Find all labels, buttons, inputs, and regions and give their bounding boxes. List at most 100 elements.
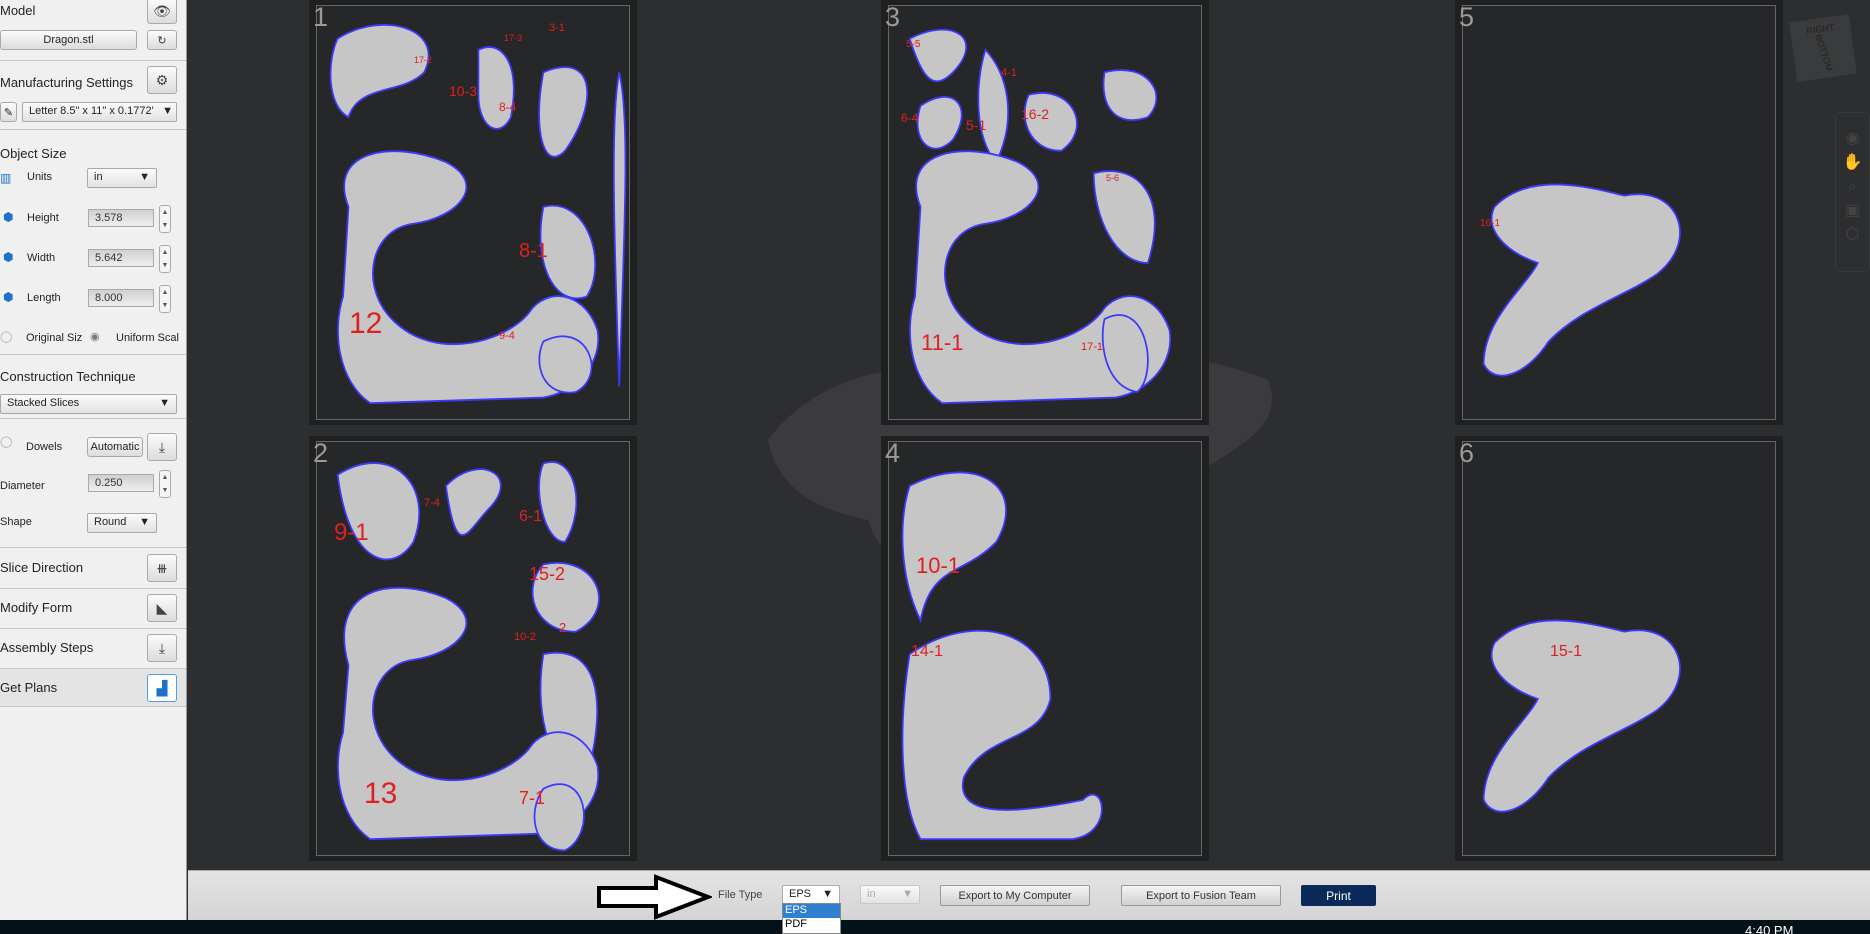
dowels-info-icon[interactable]: ⤓ (147, 433, 177, 461)
step-get-plans[interactable]: Get Plans ▟ (0, 669, 186, 707)
units-select[interactable]: in ▼ (87, 168, 157, 188)
fit-icon[interactable]: ▣ (1836, 199, 1869, 223)
slice-label: 5-5 (906, 38, 921, 50)
slice-label: 9-1 (334, 519, 369, 547)
dowels-toggle[interactable]: ◯ (0, 435, 12, 448)
slice-label: 11-1 (921, 329, 964, 355)
slice-piece[interactable] (916, 96, 963, 150)
slice-piece[interactable] (538, 335, 593, 394)
slice-label: 5-1 (966, 117, 987, 133)
manufacturing-title: Manufacturing Settings (0, 75, 133, 90)
zoom-icon[interactable]: ⌕ (1836, 175, 1869, 199)
gear-icon[interactable]: ⚙ (147, 66, 177, 94)
get-plans-icon[interactable]: ▟ (147, 674, 177, 702)
page-number: 6 (1459, 438, 1475, 468)
slice-piece[interactable] (539, 204, 596, 300)
slice-piece[interactable] (445, 468, 502, 536)
taskbar: 4:40 PM (0, 920, 1870, 934)
model-section: Model 👁 Dragon.stl ↻ (0, 0, 186, 61)
units-label: Units (27, 171, 53, 183)
slice-label: 3-1 (549, 21, 565, 34)
slice-piece[interactable] (538, 461, 578, 543)
export-to-computer-button[interactable]: Export to My Computer (940, 885, 1090, 906)
diameter-stepper[interactable]: ▲ ▼ (159, 470, 171, 498)
length-label: Length (27, 292, 61, 304)
home-view-icon[interactable]: ⬡ (1836, 223, 1869, 247)
plan-page-2[interactable]: 2 9-1 7-4 6-1 15-2 10-2 13 7-1 2 (309, 436, 637, 861)
units-export-select[interactable]: in ▼ (860, 885, 920, 904)
page-slices (329, 24, 627, 405)
view-cube[interactable]: RIGHT BOTTOM (1789, 14, 1857, 82)
assembly-steps-icon[interactable]: ⤓ (147, 634, 177, 662)
page-slices (1482, 619, 1681, 813)
step-modify-form[interactable]: Modify Form ◣ (0, 589, 186, 629)
slice-label: 4-1 (1001, 66, 1017, 79)
pan-icon[interactable]: ✋ (1836, 151, 1869, 175)
plans-canvas[interactable]: 1 12 10-3 8-4 8-1 9-4 17-2 17-3 3-1 2 9-1 7-4 6-1 15-… (188, 0, 1870, 870)
slice-label: 16-1 (1480, 217, 1501, 229)
slice-label: 5-6 (1106, 173, 1120, 183)
slice-piece[interactable] (1023, 92, 1078, 152)
refresh-icon[interactable]: ↻ (147, 30, 177, 50)
slice-direction-icon[interactable]: ⧻ (147, 554, 177, 582)
shape-label: Shape (0, 516, 32, 528)
modify-form-icon[interactable]: ◣ (147, 594, 177, 622)
export-bar: File Type EPS ▼ in ▼ Export to My Computer… (188, 870, 1870, 920)
slice-label: 15-1 (1550, 642, 1583, 660)
eye-icon[interactable]: 👁 (147, 0, 177, 24)
slice-piece[interactable] (908, 28, 967, 83)
file-type-label: File Type (718, 889, 763, 901)
slice-label: 6-4 (901, 111, 919, 126)
export-to-fusion-button[interactable]: Export to Fusion Team (1121, 885, 1281, 906)
length-stepper[interactable]: ▲ ▼ (159, 285, 171, 313)
height-icon: ⬢ (3, 210, 14, 224)
print-button[interactable]: Print (1301, 885, 1376, 906)
plan-page-6[interactable]: 6 15-1 (1455, 436, 1783, 861)
object-size-title: Object Size (0, 146, 67, 161)
units-export-value: in (867, 888, 876, 900)
construction-select[interactable]: Stacked Slices ▼ (0, 394, 177, 414)
model-title: Model (0, 3, 36, 18)
page-slices (908, 28, 1172, 405)
file-type-select[interactable]: EPS ▼ (782, 885, 840, 904)
slice-piece[interactable] (612, 72, 627, 387)
model-file-button[interactable]: Dragon.stl (0, 30, 137, 50)
file-type-dropdown: EPS PDF (782, 903, 841, 934)
diameter-input[interactable]: 0.250 (88, 474, 154, 492)
orbit-icon[interactable]: ◉ (1836, 127, 1869, 151)
length-icon: ⬢ (3, 290, 14, 304)
slice-piece[interactable] (538, 66, 589, 158)
plan-page-5[interactable]: 5 16-1 (1455, 0, 1783, 425)
nav-toolbar: ◉ ✋ ⌕ ▣ ⬡ (1835, 112, 1870, 272)
file-type-option-eps[interactable]: EPS (783, 904, 840, 918)
slice-piece[interactable] (1102, 69, 1158, 121)
manufacturing-section: Manufacturing Settings ⚙ ✎ Letter 8.5" x… (0, 62, 186, 130)
step-label: Assembly Steps (0, 640, 94, 655)
slice-piece[interactable] (901, 471, 1007, 624)
dowels-mode-button[interactable]: Automatic (87, 437, 143, 457)
step-slice-direction[interactable]: Slice Direction ⧻ (0, 549, 186, 589)
uniform-scale-radio[interactable]: ◉ (90, 330, 100, 343)
plan-page-3[interactable]: 3 5-5 6-4 5-1 4-1 16-2 11-1 17-1 5-6 (881, 0, 1209, 425)
step-label: Slice Direction (0, 560, 84, 575)
original-size-radio[interactable]: ◯ (0, 330, 12, 343)
step-assembly-steps[interactable]: Assembly Steps ⤓ (0, 629, 186, 669)
file-type-option-pdf[interactable]: PDF (783, 918, 840, 932)
length-input[interactable]: 8.000 (88, 289, 154, 307)
slice-piece[interactable] (477, 46, 515, 130)
manufacturing-preset-select[interactable]: Letter 8.5" x 11" x 0.1772' ▼ (22, 102, 177, 122)
slice-piece[interactable] (1092, 170, 1156, 264)
width-input[interactable]: 5.642 (88, 249, 154, 267)
height-input[interactable]: 3.578 (88, 209, 154, 227)
pencil-icon[interactable]: ✎ (0, 102, 17, 122)
slice-piece[interactable] (901, 629, 1103, 841)
shape-select[interactable]: Round ▼ (87, 513, 157, 533)
taskbar-clock[interactable]: 4:40 PM (1745, 923, 1793, 934)
height-stepper[interactable]: ▲ ▼ (159, 205, 171, 233)
plan-page-1[interactable]: 1 12 10-3 8-4 8-1 9-4 17-2 17-3 3-1 (309, 0, 637, 425)
width-stepper[interactable]: ▲ ▼ (159, 245, 171, 273)
plan-page-4[interactable]: 4 10-1 14-1 (881, 436, 1209, 861)
slice-piece[interactable] (1482, 183, 1681, 377)
slice-label: 14-1 (911, 642, 944, 660)
slice-piece[interactable] (329, 24, 430, 119)
